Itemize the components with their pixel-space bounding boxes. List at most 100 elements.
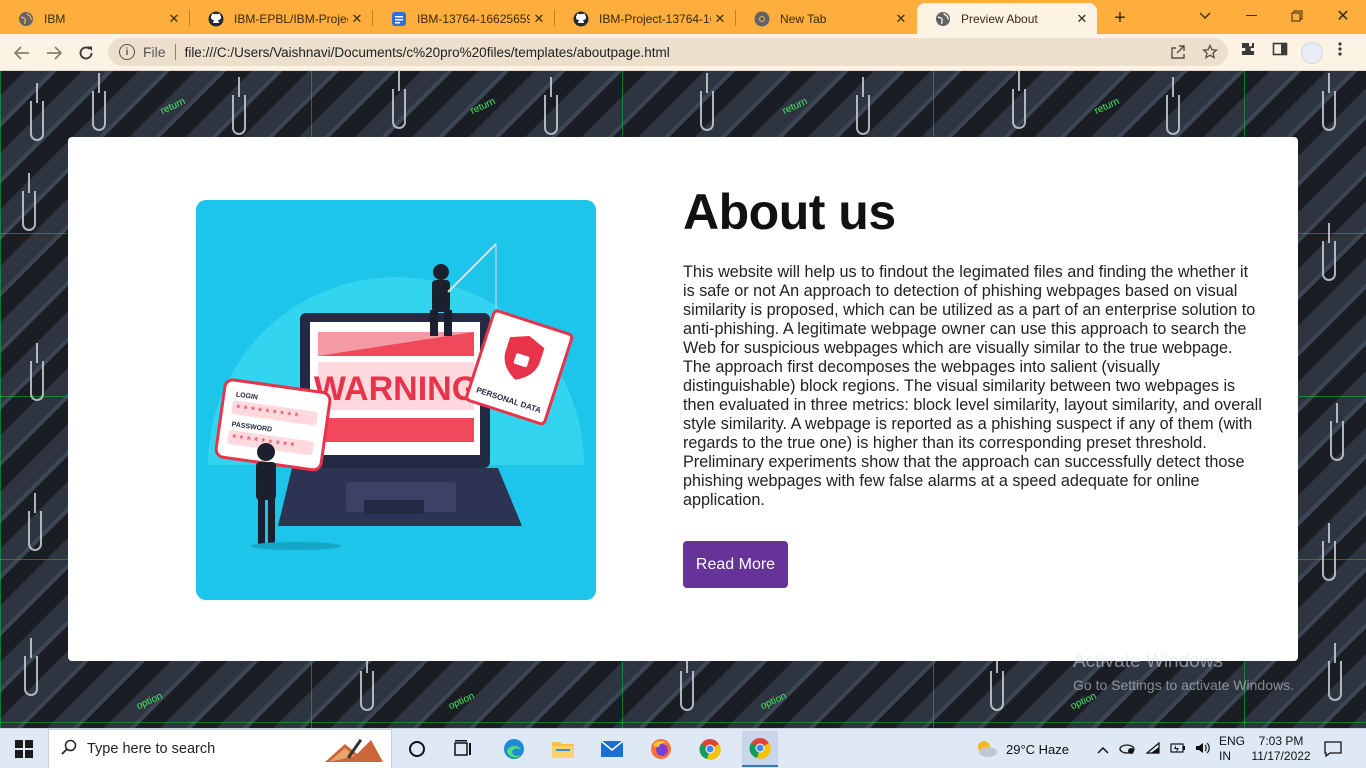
clock-time: 7:03 PM <box>1258 734 1304 748</box>
system-tray <box>1097 729 1211 768</box>
chrome-active-icon[interactable] <box>742 731 778 767</box>
weather-icon <box>974 738 998 761</box>
task-view-icon[interactable] <box>449 735 477 763</box>
hook-icon <box>24 638 38 696</box>
battery-icon[interactable] <box>1170 742 1186 757</box>
document-icon <box>391 11 407 27</box>
firefox-icon[interactable] <box>647 735 675 763</box>
hook-icon <box>1330 403 1344 461</box>
hook-icon <box>92 73 106 131</box>
volume-icon[interactable] <box>1195 741 1211 758</box>
tab-new-tab[interactable]: New Tab ✕ <box>736 3 916 34</box>
hook-icon <box>990 653 1004 711</box>
cortana-icon[interactable] <box>403 735 431 763</box>
windows-taskbar: Type here to search 29°C Haze ENG IN 7:0… <box>0 728 1366 768</box>
file-explorer-icon[interactable] <box>549 735 577 763</box>
tab-ibm-project[interactable]: IBM-Project-13764-16 ✕ <box>555 3 735 34</box>
hook-icon <box>28 493 42 551</box>
hook-icon <box>544 77 558 135</box>
chevron-up-icon[interactable] <box>1097 742 1109 757</box>
github-icon <box>208 11 224 27</box>
minimize-icon[interactable] <box>1228 0 1274 32</box>
language-indicator[interactable]: ENG IN <box>1219 729 1245 768</box>
chrome-icon <box>754 11 770 27</box>
mail-icon[interactable] <box>598 735 626 763</box>
hook-icon <box>392 71 406 129</box>
close-icon[interactable]: ✕ <box>892 10 910 28</box>
chrome-icon[interactable] <box>696 735 724 763</box>
search-highlight-icon <box>315 734 387 768</box>
hook-icon <box>700 73 714 131</box>
hook-icon <box>680 653 694 711</box>
tab-preview-about[interactable]: Preview About ✕ <box>917 3 1097 34</box>
hook-icon <box>360 653 374 711</box>
hook-icon <box>1322 73 1336 131</box>
tab-ibm-13764[interactable]: IBM-13764-16625659 ✕ <box>373 3 554 34</box>
profile-avatar[interactable] <box>1301 42 1323 64</box>
language-code: ENG <box>1219 734 1246 748</box>
hook-icon <box>1328 643 1342 701</box>
search-placeholder: Type here to search <box>87 741 216 757</box>
clock[interactable]: 7:03 PM 11/17/2022 <box>1251 729 1311 768</box>
activate-windows-watermark: Activate Windows Go to Settings to activ… <box>1073 651 1294 693</box>
new-tab-button[interactable]: + <box>1108 6 1132 30</box>
scheme-label: File <box>143 44 166 60</box>
tab-github-epbl[interactable]: IBM-EPBL/IBM-Project ✕ <box>190 3 372 34</box>
url-text[interactable]: file:///C:/Users/Vaishnavi/Documents/c%2… <box>185 45 670 60</box>
watermark-subtitle: Go to Settings to activate Windows. <box>1073 677 1294 693</box>
watermark-title: Activate Windows <box>1073 651 1223 672</box>
page-title: About us <box>683 184 896 240</box>
about-description: This website will help us to findout the… <box>683 263 1262 509</box>
side-panel-icon[interactable] <box>1272 41 1288 62</box>
globe-icon <box>18 11 34 27</box>
tab-title: IBM-EPBL/IBM-Project <box>234 11 348 26</box>
restore-icon[interactable] <box>1274 0 1320 32</box>
page-viewport: return return return return option optio… <box>0 71 1366 728</box>
edge-icon[interactable] <box>500 735 528 763</box>
close-icon[interactable]: ✕ <box>348 10 366 28</box>
phishing-illustration: WARNING PERSONAL DATA LOGIN * * * * * * … <box>196 200 596 600</box>
weather-text: 29°C Haze <box>1006 741 1070 757</box>
extensions-icon[interactable] <box>1240 41 1256 62</box>
hook-icon <box>30 343 44 401</box>
back-arrow-icon[interactable] <box>8 39 36 67</box>
close-icon[interactable]: ✕ <box>530 10 548 28</box>
onedrive-sync-icon[interactable] <box>1118 741 1136 758</box>
hook-icon <box>1322 223 1336 281</box>
hook-icon <box>232 77 246 135</box>
taskbar-search-box[interactable]: Type here to search <box>48 729 392 768</box>
close-icon[interactable]: ✕ <box>165 10 183 28</box>
forward-arrow-icon[interactable] <box>40 39 68 67</box>
search-icon <box>61 739 77 760</box>
tab-title: New Tab <box>780 11 827 26</box>
windows-start-icon[interactable] <box>0 729 48 768</box>
clock-date: 11/17/2022 <box>1251 749 1311 763</box>
more-menu-icon[interactable] <box>1338 41 1342 62</box>
share-icon[interactable] <box>1170 44 1186 63</box>
tab-title: IBM-13764-16625659 <box>417 11 530 26</box>
hook-icon <box>22 173 36 231</box>
address-divider <box>174 44 176 60</box>
read-more-button[interactable]: Read More <box>683 541 788 588</box>
info-icon[interactable]: i <box>119 44 135 60</box>
hook-icon <box>30 83 44 141</box>
weather-widget[interactable]: 29°C Haze <box>974 729 1069 768</box>
hook-icon <box>1012 71 1026 129</box>
close-icon[interactable]: ✕ <box>711 10 729 28</box>
notification-icon[interactable] <box>1324 729 1342 768</box>
wifi-icon[interactable] <box>1145 741 1161 758</box>
close-window-icon[interactable]: ✕ <box>1320 0 1366 32</box>
tab-ibm[interactable]: IBM ✕ <box>0 3 189 34</box>
address-bar[interactable]: i File file:///C:/Users/Vaishnavi/Docume… <box>108 38 1228 66</box>
tab-title: Preview About <box>961 11 1038 26</box>
browser-toolbar: i File file:///C:/Users/Vaishnavi/Docume… <box>0 34 1366 71</box>
hook-icon <box>1322 523 1336 581</box>
bookmark-star-icon[interactable] <box>1201 43 1219 63</box>
github-icon <box>573 11 589 27</box>
reload-icon[interactable] <box>72 39 100 67</box>
close-icon[interactable]: ✕ <box>1073 10 1091 28</box>
warning-text: WARNING <box>314 370 478 408</box>
about-card: WARNING PERSONAL DATA LOGIN * * * * * * … <box>68 137 1298 661</box>
tab-search-chevron-icon[interactable] <box>1182 0 1228 32</box>
tab-title: IBM <box>44 11 66 26</box>
